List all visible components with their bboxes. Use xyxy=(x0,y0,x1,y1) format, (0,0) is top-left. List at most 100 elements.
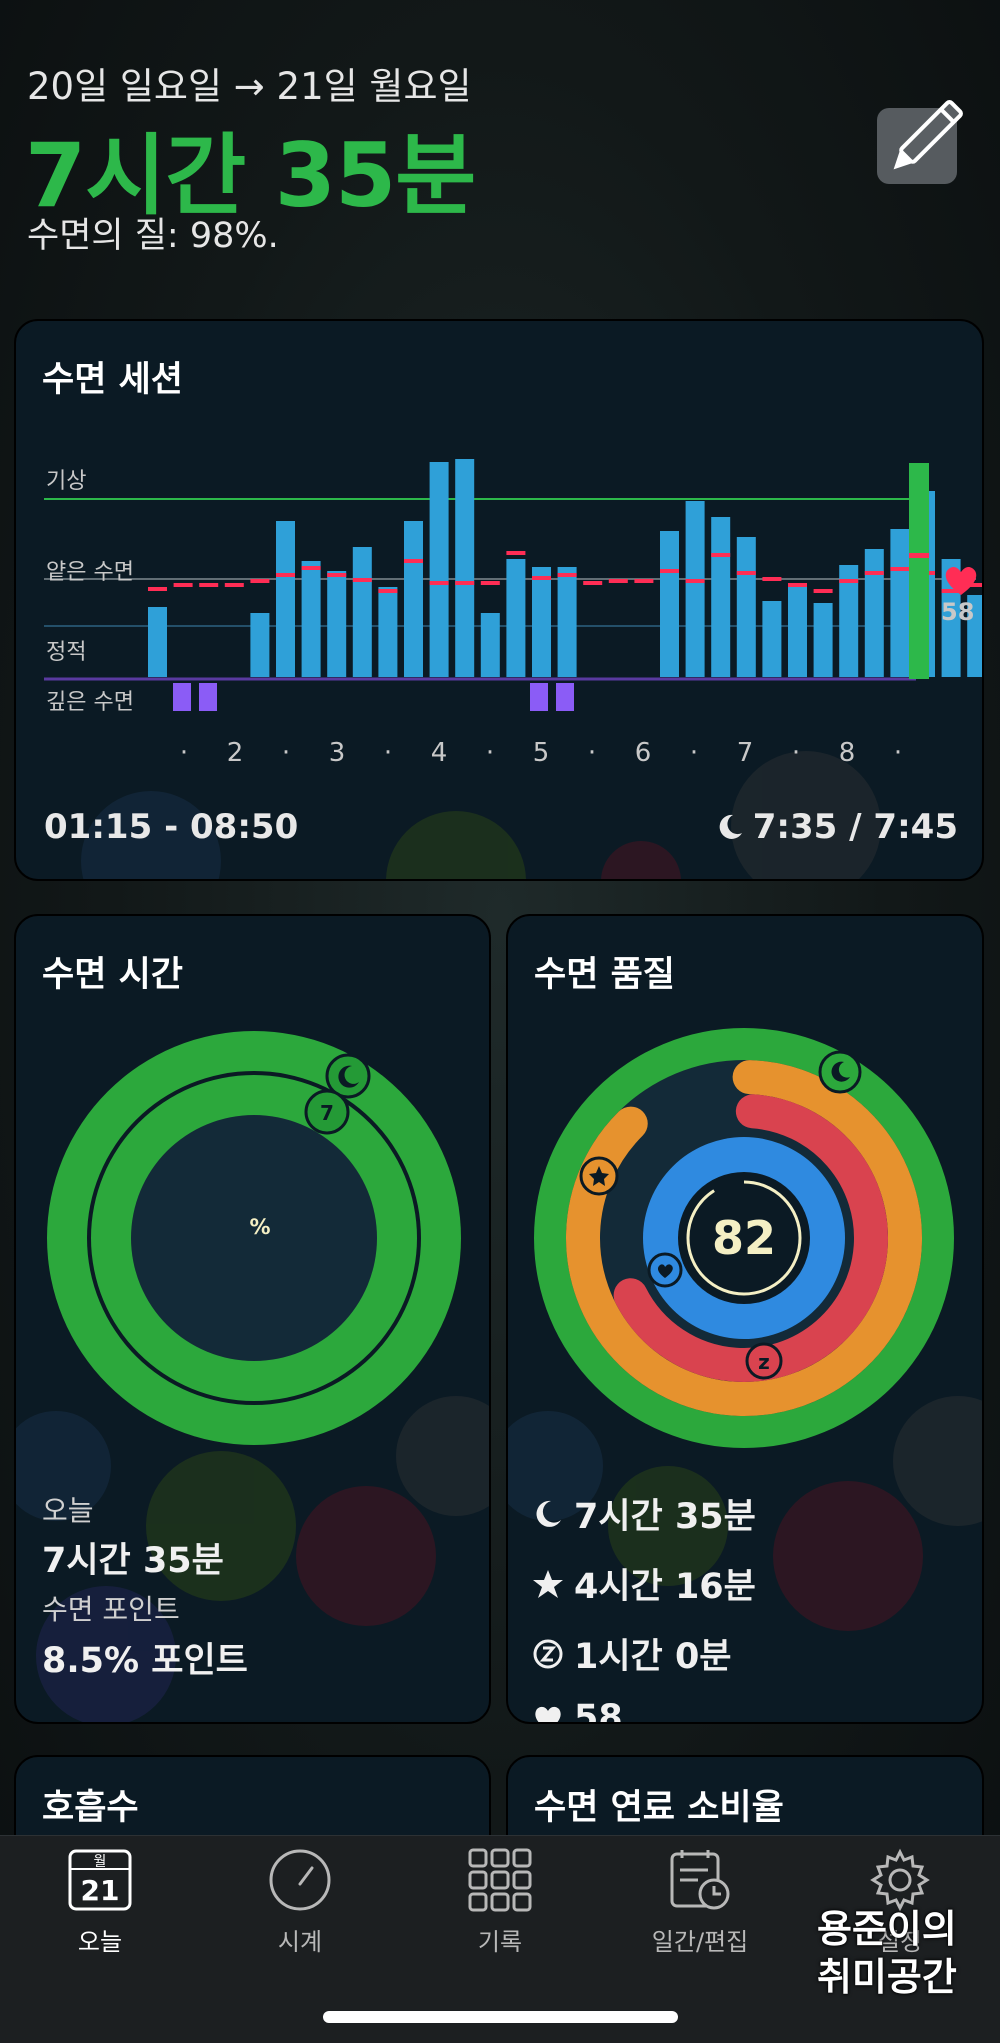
gauge-icon xyxy=(269,1849,331,1911)
x-tick-label: 7 xyxy=(737,738,754,768)
light-sleep-bar xyxy=(327,571,347,677)
light-sleep-bar xyxy=(890,529,910,677)
light-sleep-bar xyxy=(404,521,423,677)
deep-sleep-block xyxy=(556,683,574,711)
heart-rate-mark xyxy=(276,573,295,577)
awake-bar xyxy=(909,463,929,679)
today-value: 7시간 35분 xyxy=(42,1541,224,1581)
heart-icon xyxy=(535,1706,561,1722)
heart-rate-mark xyxy=(148,587,167,591)
fuel-title: 수면 연료 소비율 xyxy=(534,1788,784,1828)
light-sleep-bar xyxy=(762,601,782,677)
x-tick-label: 8 xyxy=(839,738,856,768)
heart-rate-mark xyxy=(506,551,526,555)
home-indicator[interactable] xyxy=(323,2011,678,2023)
sleep-quality-text: 수면의 질: 98%. xyxy=(27,216,279,256)
heart-rate-mark xyxy=(660,569,679,573)
gear-icon xyxy=(870,1848,930,1912)
watermark-line1: 용준이의 xyxy=(817,1907,957,1951)
heart-rate-mark xyxy=(890,567,910,571)
gear-decoration-red xyxy=(296,1486,436,1626)
light-sleep-bar xyxy=(148,607,167,677)
gear-decoration-red xyxy=(601,841,681,879)
moon-icon xyxy=(719,814,742,839)
tab-records[interactable]: 기록 xyxy=(400,1848,600,1957)
stat-value-sleep: 7시간 35분 xyxy=(574,1497,756,1537)
light-sleep-bar xyxy=(276,521,295,677)
x-tick-label: 2 xyxy=(227,738,244,768)
light-sleep-bar xyxy=(660,531,679,677)
x-tick-label: 6 xyxy=(635,738,652,768)
quality-stats: 7시간 35분 4시간 16분 1시간 0분 58 xyxy=(532,1488,756,1724)
grid-icon xyxy=(468,1848,532,1912)
heart-rate-mark xyxy=(404,559,423,563)
sleep-quality-card[interactable]: 수면 품질 82 z 7시간 35분 4시간 16분 1시간 0분 58 xyxy=(506,914,984,1724)
light-sleep-bar xyxy=(736,537,756,677)
session-time-range: 01:15 - 08:50 xyxy=(44,807,299,847)
tab-daily-edit[interactable]: 일간/편집 xyxy=(600,1848,800,1957)
deep-sleep-block xyxy=(173,683,191,711)
sleep-duration-card[interactable]: 수면 시간 7 % 오늘 7시간 35분 수면 포인트 8.5% 포인트 xyxy=(14,914,491,1724)
points-label: 수면 포인트 xyxy=(42,1593,180,1626)
light-sleep-bar xyxy=(864,549,884,677)
stat-value-deep: 1시간 0분 xyxy=(574,1637,732,1677)
edit-button[interactable] xyxy=(877,100,963,184)
center-percent: % xyxy=(249,1215,270,1239)
moon-icon xyxy=(536,1500,561,1527)
heart-rate-mark xyxy=(480,581,500,585)
x-tick-label: · xyxy=(792,738,800,768)
watermark-line2: 취미공간 xyxy=(817,1955,957,1999)
tab-label-records: 기록 xyxy=(477,1928,523,1956)
heart-rate-mark xyxy=(864,571,884,575)
tab-label-today: 오늘 xyxy=(77,1928,123,1956)
light-sleep-bar xyxy=(301,561,321,677)
heart-rate-mark xyxy=(455,581,475,585)
watermark: 용준이의 취미공간 xyxy=(817,1905,957,2001)
heart-rate-mark xyxy=(909,553,929,558)
calendar-day: 21 xyxy=(81,1874,120,1907)
heart-rate-mark xyxy=(378,589,398,593)
tab-label-clock: 시계 xyxy=(277,1928,323,1956)
stage-label-light: 얕은 수면 xyxy=(46,560,134,585)
today-label: 오늘 xyxy=(42,1494,94,1527)
stat-value-heart: 58 xyxy=(574,1698,623,1724)
stat-row-heart: 58 xyxy=(532,1698,756,1724)
light-sleep-bar xyxy=(455,459,475,677)
light-sleep-bar xyxy=(788,583,807,677)
calendar-month: 월 xyxy=(94,1854,107,1870)
light-sleep-bar xyxy=(250,613,270,677)
x-tick-label: 4 xyxy=(431,738,448,768)
sleep-session-chart: 기상 얕은 수면 정적 깊은 수면 58 · 2 · 3 · 4 · 5 · 6 · 7 · 8 · xyxy=(44,459,982,879)
heart-rate-mark xyxy=(224,583,244,587)
tab-today[interactable]: 월 21 오늘 xyxy=(0,1848,200,1957)
heart-rate-mark xyxy=(711,553,731,557)
sleep-session-card[interactable]: 수면 세션 기상 얕은 수면 정적 깊은 수면 58 · 2 · 3 · 4 · 5 xyxy=(14,319,984,881)
x-axis-ticks: · 2 · 3 · 4 · 5 · 6 · 7 · 8 · xyxy=(180,738,902,768)
light-sleep-bar xyxy=(352,547,372,677)
light-sleep-bar xyxy=(480,613,500,677)
light-sleep-bar xyxy=(532,567,551,677)
x-tick-label: 3 xyxy=(329,738,346,768)
star-icon xyxy=(533,1569,563,1598)
gear-decoration-green xyxy=(386,811,526,879)
x-tick-label: · xyxy=(384,738,392,768)
light-sleep-bar xyxy=(506,559,526,677)
tab-clock[interactable]: 시계 xyxy=(200,1848,400,1957)
heart-rate-mark xyxy=(199,583,219,587)
gear-decoration-gray xyxy=(396,1396,489,1516)
heart-rate-mark xyxy=(352,578,372,582)
light-sleep-bar xyxy=(685,501,705,677)
stage-label-deep: 깊은 수면 xyxy=(46,690,134,715)
ring-badge-label: 7 xyxy=(320,1101,334,1125)
respiration-title: 호흡수 xyxy=(42,1788,139,1828)
gear-decoration-gray xyxy=(893,1396,982,1526)
stat-value-star: 4시간 16분 xyxy=(574,1567,756,1607)
light-sleep-bar xyxy=(711,517,731,677)
heart-rate-mark xyxy=(327,573,347,577)
stat-row-sleep: 7시간 35분 xyxy=(532,1488,756,1539)
heart-rate-mark xyxy=(532,576,551,580)
x-tick-label: · xyxy=(282,738,290,768)
stage-label-awake: 기상 xyxy=(46,469,86,494)
x-tick-label: · xyxy=(486,738,494,768)
stat-row-star: 4시간 16분 xyxy=(532,1558,756,1609)
